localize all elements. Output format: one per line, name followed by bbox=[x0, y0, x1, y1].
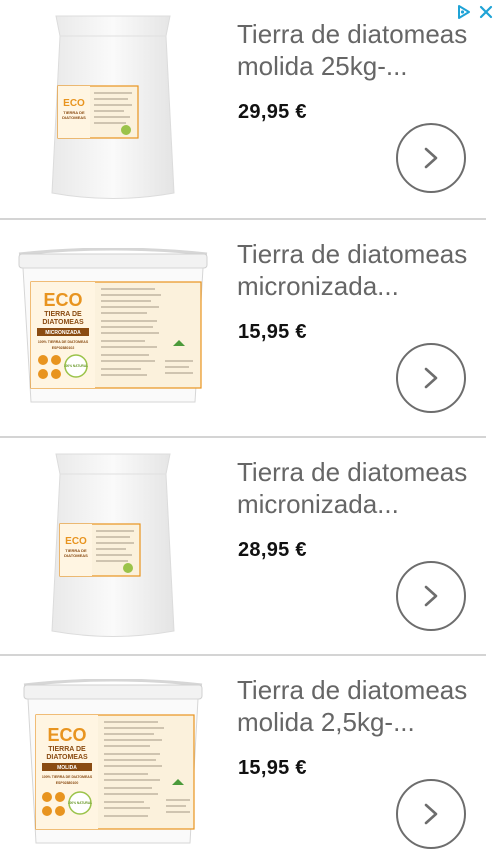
label-subtitle: 100% TIERRA DE DIATOMEAS bbox=[38, 340, 89, 344]
label-badge: 100% NATURAL bbox=[64, 364, 88, 368]
product-price: 29,95 € bbox=[238, 101, 307, 123]
product-card[interactable]: ECO TIERRA DE DIATOMEAS MOLIDA 100% TIER… bbox=[0, 654, 486, 866]
label-brand: ECO bbox=[47, 725, 86, 745]
open-product-button[interactable] bbox=[396, 343, 466, 413]
product-price: 15,95 € bbox=[238, 757, 307, 779]
open-product-button[interactable] bbox=[396, 123, 466, 193]
label-line1: TIERRA DE bbox=[44, 311, 82, 318]
label-badge: 100% NATURAL bbox=[68, 801, 92, 805]
label-brand: ECO bbox=[43, 290, 82, 310]
product-card[interactable]: ECO TIERRA DE DIATOMEAS Tierra de diatom… bbox=[0, 436, 486, 654]
label-line2: DIATOMEAS bbox=[62, 115, 86, 120]
open-product-button[interactable] bbox=[396, 779, 466, 849]
label-line2: DIATOMEAS bbox=[42, 319, 84, 326]
product-title[interactable]: Tierra de diatomeas molida 2,5kg-... bbox=[237, 674, 482, 738]
product-image[interactable]: ECO TIERRA DE DIATOMEAS MOLIDA 100% TIER… bbox=[8, 664, 218, 864]
product-list: ECO TIERRA DE DIATOMEAS Tierra de diatom… bbox=[0, 0, 486, 866]
product-image[interactable]: ECO TIERRA DE DIATOMEAS bbox=[8, 446, 218, 646]
label-code: ESP02880102 bbox=[52, 346, 75, 350]
product-title[interactable]: Tierra de diatomeas micronizada... bbox=[237, 238, 482, 302]
product-image[interactable]: ECO TIERRA DE DIATOMEAS bbox=[8, 8, 218, 208]
label-brand: ECO bbox=[65, 536, 87, 547]
product-price: 15,95 € bbox=[238, 321, 307, 343]
sack-icon: ECO TIERRA DE DIATOMEAS bbox=[51, 453, 175, 637]
label-line2: DIATOMEAS bbox=[46, 754, 88, 761]
product-title[interactable]: Tierra de diatomeas micronizada... bbox=[237, 456, 482, 520]
bucket-icon: ECO TIERRA DE DIATOMEAS MICRONIZADA 100%… bbox=[18, 248, 208, 403]
label-subtitle: 100% TIERRA DE DIATOMEAS bbox=[42, 775, 93, 779]
product-title[interactable]: Tierra de diatomeas molida 25kg-... bbox=[237, 18, 482, 82]
sack-icon: ECO TIERRA DE DIATOMEAS bbox=[51, 15, 175, 199]
label-variant: MOLIDA bbox=[57, 765, 77, 771]
label-line1: TIERRA DE bbox=[48, 746, 86, 753]
chevron-right-icon bbox=[424, 803, 438, 825]
bucket-icon: ECO TIERRA DE DIATOMEAS MOLIDA 100% TIER… bbox=[23, 679, 203, 844]
label-brand: ECO bbox=[63, 98, 85, 109]
open-product-button[interactable] bbox=[396, 561, 466, 631]
product-image[interactable]: ECO TIERRA DE DIATOMEAS MICRONIZADA 100%… bbox=[8, 228, 218, 428]
chevron-right-icon bbox=[424, 585, 438, 607]
product-price: 28,95 € bbox=[238, 539, 307, 561]
label-line2: DIATOMEAS bbox=[64, 553, 88, 558]
chevron-right-icon bbox=[424, 367, 438, 389]
product-card[interactable]: ECO TIERRA DE DIATOMEAS Tierra de diatom… bbox=[0, 0, 486, 218]
label-variant: MICRONIZADA bbox=[45, 330, 81, 336]
chevron-right-icon bbox=[424, 147, 438, 169]
product-card[interactable]: ECO TIERRA DE DIATOMEAS MICRONIZADA 100%… bbox=[0, 218, 486, 436]
label-code: ESP02880100 bbox=[56, 781, 79, 785]
